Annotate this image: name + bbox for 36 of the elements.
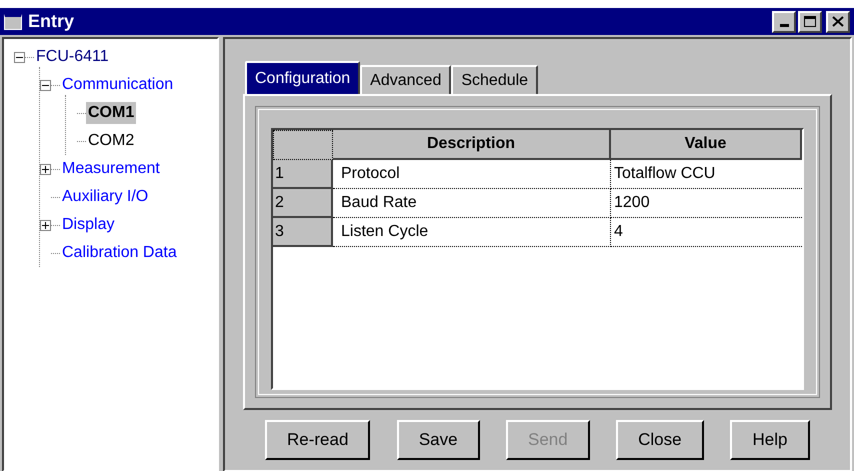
window-title: Entry	[28, 10, 74, 33]
table-cell: 4	[611, 218, 802, 247]
tree-item[interactable]: Auxiliary I/O	[60, 186, 150, 208]
close-icon[interactable]	[826, 10, 850, 32]
table-cell: Listen Cycle	[333, 218, 611, 247]
column-header[interactable]: Value	[611, 130, 802, 160]
collapse-icon[interactable]	[14, 52, 25, 62]
expand-icon[interactable]	[40, 164, 51, 174]
tree-item[interactable]: FCU-6411	[34, 46, 111, 68]
tab[interactable]: Advanced	[360, 65, 452, 94]
dialog-button[interactable]: Help	[730, 420, 810, 460]
tree-item[interactable]: Measurement	[60, 158, 162, 180]
tab[interactable]: Configuration	[245, 61, 360, 94]
column-header[interactable]: Description	[333, 130, 611, 160]
row-header[interactable]: 2	[273, 189, 333, 218]
dialog-button[interactable]: Save	[396, 420, 480, 460]
table-cell: 1200	[611, 189, 802, 218]
dialog-button[interactable]: Re-read	[265, 420, 370, 460]
tree-item[interactable]: Calibration Data	[60, 242, 179, 264]
row-header[interactable]: 1	[273, 160, 333, 189]
tree-item[interactable]: Communication	[60, 74, 176, 96]
dialog-button[interactable]: Close	[616, 420, 704, 460]
table-cell: Protocol	[333, 160, 611, 189]
window-icon	[4, 14, 22, 30]
table-cell: Totalflow CCU	[611, 160, 802, 189]
minimize-icon[interactable]	[772, 10, 796, 32]
row-header[interactable]: 3	[273, 218, 333, 247]
collapse-icon[interactable]	[40, 80, 51, 90]
grid-corner	[273, 130, 333, 160]
tree-item[interactable]: Display	[60, 214, 116, 236]
tab[interactable]: Schedule	[451, 65, 538, 94]
maximize-icon[interactable]	[798, 10, 822, 32]
expand-icon[interactable]	[40, 220, 51, 230]
tree-item[interactable]: COM1	[86, 102, 136, 124]
tree-item[interactable]: COM2	[86, 130, 136, 152]
table-cell: Baud Rate	[333, 189, 611, 218]
